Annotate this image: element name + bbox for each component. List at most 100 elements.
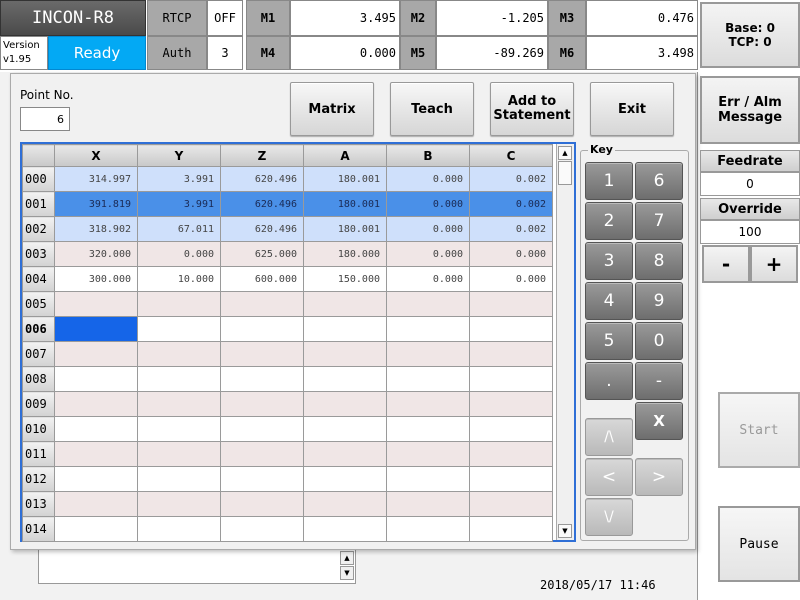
cell-y[interactable]: 67.011	[137, 216, 221, 242]
cell-z[interactable]	[220, 441, 304, 467]
cell-x[interactable]	[54, 366, 138, 392]
table-row[interactable]: 005	[22, 291, 553, 317]
cell-z[interactable]: 620.496	[220, 191, 304, 217]
key-0[interactable]: 0	[635, 322, 683, 360]
cell-x[interactable]	[54, 491, 138, 517]
background-scroll-down-button[interactable]: ▼	[340, 566, 354, 580]
cell-y[interactable]: 10.000	[137, 266, 221, 292]
key-1[interactable]: 1	[585, 162, 633, 200]
key-up-arrow-icon[interactable]: /\	[585, 418, 633, 456]
cell-b[interactable]	[386, 516, 470, 542]
key-9[interactable]: 9	[635, 282, 683, 320]
matrix-button[interactable]: Matrix	[290, 82, 374, 136]
cell-c[interactable]: 0.002	[469, 216, 553, 242]
cell-c[interactable]	[469, 466, 553, 492]
override-decrease-button[interactable]: -	[702, 245, 750, 283]
cell-b[interactable]	[386, 366, 470, 392]
cell-z[interactable]: 625.000	[220, 241, 304, 267]
table-row-current[interactable]: 006	[22, 316, 553, 342]
table-row[interactable]: 014	[22, 516, 553, 542]
key-6[interactable]: 6	[635, 162, 683, 200]
cell-a[interactable]	[303, 391, 387, 417]
cell-a[interactable]	[303, 441, 387, 467]
cell-b[interactable]	[386, 341, 470, 367]
key-3[interactable]: 3	[585, 242, 633, 280]
cell-c[interactable]	[469, 316, 553, 342]
background-scroll-up-button[interactable]: ▲	[340, 551, 354, 565]
table-row[interactable]: 009	[22, 391, 553, 417]
err-alm-message-button[interactable]: Err / Alm Message	[700, 76, 800, 144]
override-increase-button[interactable]: +	[750, 245, 798, 283]
cell-a[interactable]: 150.000	[303, 266, 387, 292]
exit-button[interactable]: Exit	[590, 82, 674, 136]
cell-a[interactable]	[303, 291, 387, 317]
cell-a[interactable]: 180.001	[303, 216, 387, 242]
key-left-arrow-icon[interactable]: <	[585, 458, 633, 496]
cell-y[interactable]: 3.991	[137, 191, 221, 217]
cell-y[interactable]	[137, 391, 221, 417]
point-no-input[interactable]: 6	[20, 107, 70, 131]
cell-x[interactable]: 300.000	[54, 266, 138, 292]
table-row[interactable]: 010	[22, 416, 553, 442]
cell-c[interactable]: 0.000	[469, 241, 553, 267]
cell-b[interactable]	[386, 441, 470, 467]
scroll-thumb[interactable]	[558, 161, 572, 185]
cell-b[interactable]: 0.000	[386, 241, 470, 267]
cell-x[interactable]	[54, 416, 138, 442]
cell-c[interactable]	[469, 291, 553, 317]
cell-x[interactable]: 391.819	[54, 191, 138, 217]
cell-x[interactable]	[54, 391, 138, 417]
cell-z[interactable]	[220, 491, 304, 517]
cell-a[interactable]	[303, 491, 387, 517]
table-scrollbar[interactable]	[556, 144, 574, 540]
cell-c[interactable]	[469, 491, 553, 517]
key-down-arrow-icon[interactable]: \/	[585, 498, 633, 536]
cell-x[interactable]	[54, 441, 138, 467]
cell-x[interactable]: 318.902	[54, 216, 138, 242]
cell-y[interactable]	[137, 416, 221, 442]
cell-b[interactable]	[386, 416, 470, 442]
cell-a[interactable]	[303, 366, 387, 392]
table-row[interactable]: 007	[22, 341, 553, 367]
cell-x[interactable]: 314.997	[54, 166, 138, 192]
cell-x[interactable]	[54, 466, 138, 492]
table-row[interactable]: 011	[22, 441, 553, 467]
cell-z[interactable]	[220, 341, 304, 367]
key-decimal[interactable]: .	[585, 362, 633, 400]
cell-a[interactable]: 180.001	[303, 166, 387, 192]
cell-y[interactable]	[137, 291, 221, 317]
key-5[interactable]: 5	[585, 322, 633, 360]
cell-x-active[interactable]	[54, 316, 138, 342]
cell-c[interactable]: 0.002	[469, 166, 553, 192]
table-row[interactable]: 000 314.997 3.991 620.496 180.001 0.000 …	[22, 166, 553, 192]
add-to-statement-button[interactable]: Add to Statement	[490, 82, 574, 136]
cell-y[interactable]	[137, 491, 221, 517]
teach-button[interactable]: Teach	[390, 82, 474, 136]
cell-a[interactable]	[303, 341, 387, 367]
key-7[interactable]: 7	[635, 202, 683, 240]
cell-b[interactable]	[386, 316, 470, 342]
key-clear[interactable]: X	[635, 402, 683, 440]
table-row[interactable]: 003 320.000 0.000 625.000 180.000 0.000 …	[22, 241, 553, 267]
cell-z[interactable]	[220, 291, 304, 317]
cell-y[interactable]	[137, 316, 221, 342]
cell-a[interactable]: 180.001	[303, 191, 387, 217]
cell-b[interactable]: 0.000	[386, 166, 470, 192]
table-row-selected[interactable]: 001 391.819 3.991 620.496 180.001 0.000 …	[22, 191, 553, 217]
key-right-arrow-icon[interactable]: >	[635, 458, 683, 496]
cell-z[interactable]	[220, 416, 304, 442]
cell-y[interactable]: 0.000	[137, 241, 221, 267]
cell-y[interactable]: 3.991	[137, 166, 221, 192]
cell-x[interactable]	[54, 341, 138, 367]
cell-c[interactable]	[469, 341, 553, 367]
cell-z[interactable]	[220, 366, 304, 392]
cell-b[interactable]: 0.000	[386, 266, 470, 292]
cell-c[interactable]	[469, 516, 553, 542]
table-row[interactable]: 012	[22, 466, 553, 492]
cell-z[interactable]: 620.496	[220, 216, 304, 242]
cell-x[interactable]	[54, 291, 138, 317]
cell-y[interactable]	[137, 366, 221, 392]
table-row[interactable]: 004 300.000 10.000 600.000 150.000 0.000…	[22, 266, 553, 292]
cell-c[interactable]: 0.000	[469, 266, 553, 292]
key-2[interactable]: 2	[585, 202, 633, 240]
